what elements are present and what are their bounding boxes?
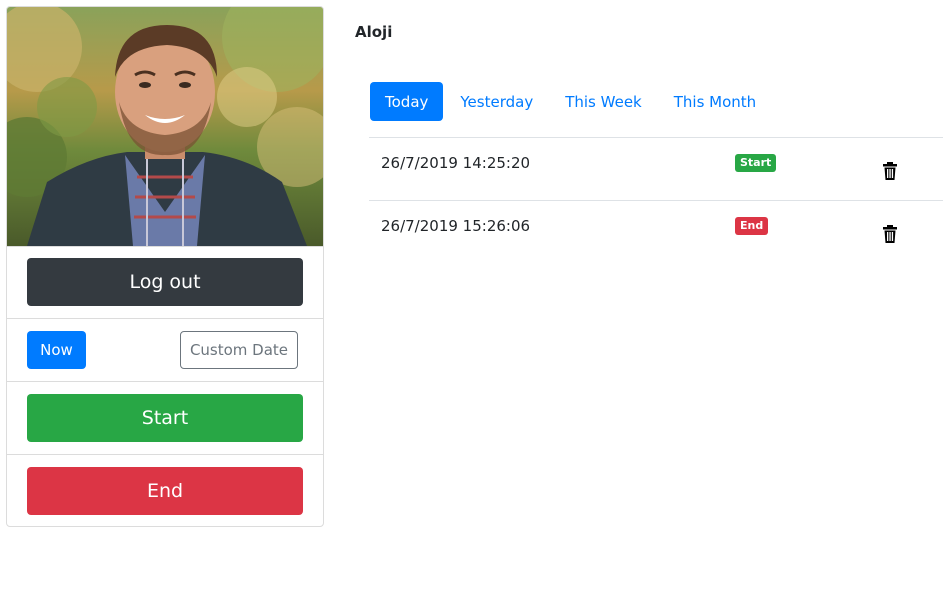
- custom-date-button[interactable]: Custom Date: [180, 331, 298, 369]
- logout-button[interactable]: Log out: [27, 258, 303, 306]
- table-row: 26/7/2019 15:26:06 End: [369, 200, 943, 263]
- profile-card: Log out Now Custom Date Start End: [6, 6, 324, 527]
- table-row: 26/7/2019 14:25:20 Start: [369, 137, 943, 200]
- tab-today[interactable]: Today: [370, 82, 444, 121]
- start-section: Start: [7, 381, 323, 454]
- trash-icon[interactable]: [882, 162, 898, 180]
- period-tabs: Today Yesterday This Week This Month: [370, 82, 773, 121]
- entry-datetime: 26/7/2019 15:26:06: [381, 217, 531, 235]
- start-button[interactable]: Start: [27, 394, 303, 442]
- end-button[interactable]: End: [27, 467, 303, 515]
- tab-this-week[interactable]: This Week: [550, 82, 657, 121]
- end-section: End: [7, 454, 323, 526]
- profile-photo: [7, 7, 323, 246]
- status-badge: End: [735, 217, 769, 235]
- tab-yesterday[interactable]: Yesterday: [445, 82, 548, 121]
- tab-this-month[interactable]: This Month: [659, 82, 771, 121]
- entry-datetime: 26/7/2019 14:25:20: [381, 154, 531, 172]
- entries-table: 26/7/2019 14:25:20 Start 26/7/2019 15:26…: [369, 137, 943, 263]
- now-button[interactable]: Now: [27, 331, 86, 369]
- date-mode-section: Now Custom Date: [7, 318, 323, 381]
- trash-icon[interactable]: [882, 225, 898, 243]
- user-name: Aloji: [355, 23, 393, 41]
- status-badge: Start: [735, 154, 777, 172]
- logout-section: Log out: [7, 246, 323, 318]
